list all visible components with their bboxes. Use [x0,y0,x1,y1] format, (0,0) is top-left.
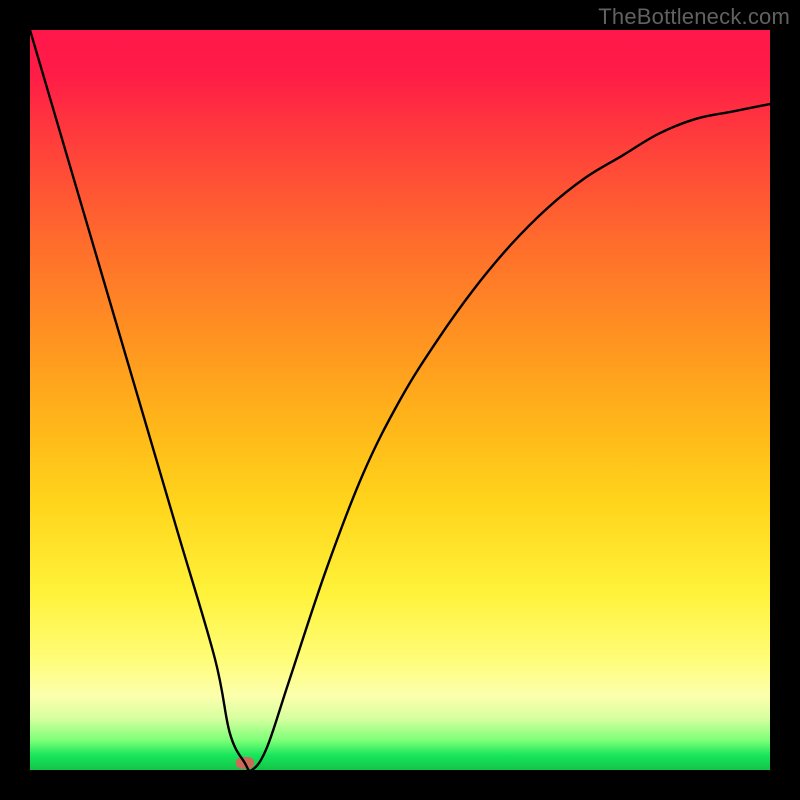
curve-path [30,30,770,770]
chart-frame: TheBottleneck.com [0,0,800,800]
watermark-text: TheBottleneck.com [598,4,790,30]
bottleneck-curve [30,30,770,770]
plot-area [30,30,770,770]
